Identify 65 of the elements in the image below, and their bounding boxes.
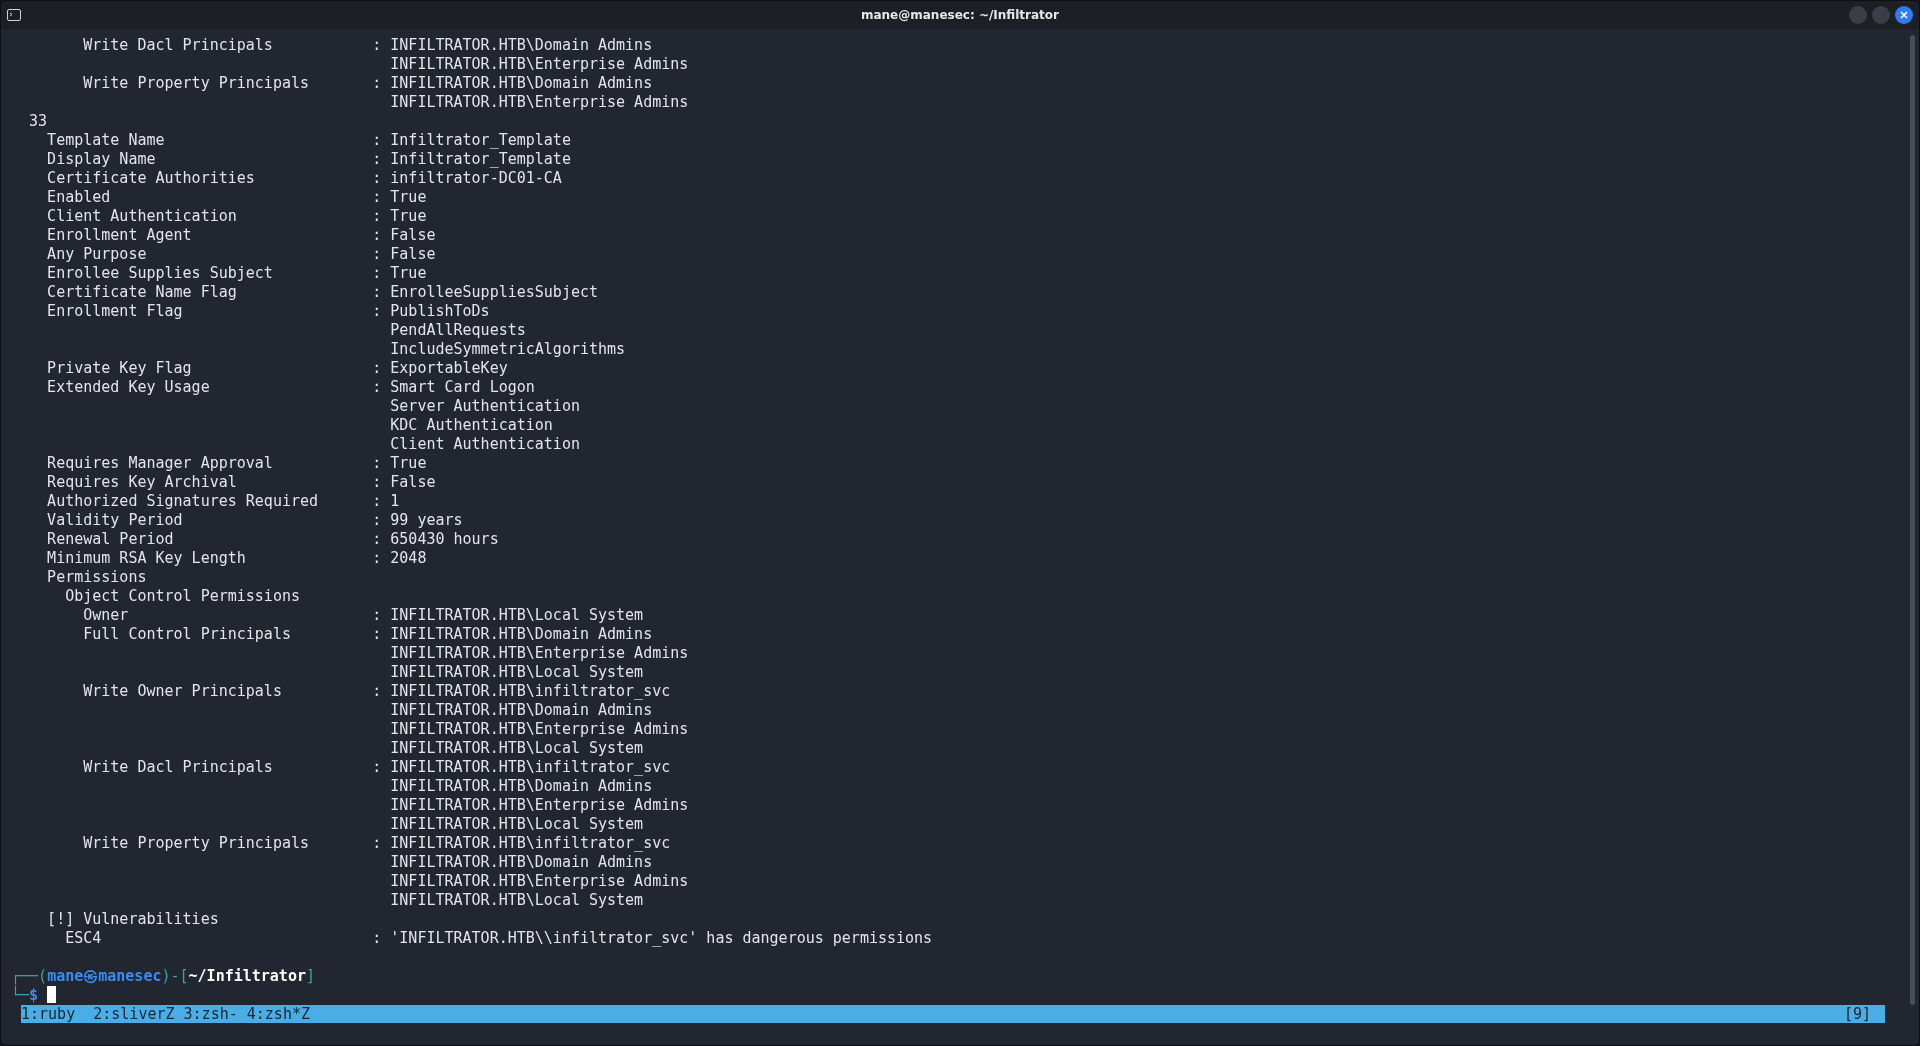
terminal-line: Extended Key Usage : Smart Card Logon (46, 378, 536, 397)
terminal-line: 33 (28, 112, 49, 131)
terminal-line: Renewal Period : 650430 hours (46, 530, 500, 549)
minimize-button[interactable] (1849, 6, 1867, 24)
session-count: [9] (1843, 1005, 1871, 1023)
terminal-line: Enrollment Agent : False (46, 226, 437, 245)
terminal-line: Any Purpose : False (46, 245, 437, 264)
terminal-line: Write Owner Principals : INFILTRATOR.HTB\infiltrator_svc (82, 682, 672, 701)
terminal-line: INFILTRATOR.HTB\Local System (389, 815, 645, 834)
prompt-user: mane㉿manesec (47, 967, 162, 985)
terminal-line: IncludeSymmetricAlgorithms (389, 340, 627, 359)
terminal-line: Authorized Signatures Required : 1 (46, 492, 401, 511)
terminal-line: INFILTRATOR.HTB\Local System (389, 663, 645, 682)
terminal-line: INFILTRATOR.HTB\Domain Admins (389, 777, 654, 796)
terminal-line: Write Property Principals : INFILTRATOR.HTB\Domain Admins (82, 74, 654, 93)
terminal-line: Permissions (46, 568, 148, 587)
close-icon (1899, 10, 1909, 20)
terminal-line: Write Property Principals : INFILTRATOR.HTB\infiltrator_svc (82, 834, 672, 853)
close-button[interactable] (1895, 6, 1913, 24)
terminal-line: Certificate Name Flag : EnrolleeSuppliesSubject (46, 283, 599, 302)
terminal-line: Server Authentication (389, 397, 581, 416)
terminal-line: INFILTRATOR.HTB\Enterprise Admins (389, 55, 690, 74)
terminal-line: Write Dacl Principals : INFILTRATOR.HTB\Domain Admins (82, 36, 654, 55)
scrollbar-thumb[interactable] (1909, 35, 1915, 1005)
terminal-line: Owner : INFILTRATOR.HTB\Local System (82, 606, 645, 625)
terminal-line: Certificate Authorities : infiltrator-DC01-CA (46, 169, 563, 188)
terminal-line: INFILTRATOR.HTB\Enterprise Admins (389, 796, 690, 815)
text-cursor (47, 986, 57, 1003)
terminal-icon (7, 9, 21, 21)
window-list: 1:ruby 2:sliverZ 3:zsh- 4:zsh*Z (21, 1005, 310, 1023)
prompt-corner: └─ (11, 986, 30, 1004)
terminal-line: INFILTRATOR.HTB\Local System (389, 739, 645, 758)
terminal-line: Requires Key Archival : False (46, 473, 437, 492)
terminal-line: INFILTRATOR.HTB\Enterprise Admins (389, 872, 690, 891)
terminal-line: Enabled : True (46, 188, 428, 207)
terminal-line: Minimum RSA Key Length : 2048 (46, 549, 428, 568)
window-title: mane@manesec: ~/Infiltrator (860, 8, 1059, 22)
terminal-line: INFILTRATOR.HTB\Enterprise Admins (389, 720, 690, 739)
terminal-line: Write Dacl Principals : INFILTRATOR.HTB\infiltrator_svc (82, 758, 672, 777)
terminal-line: INFILTRATOR.HTB\Domain Admins (389, 701, 654, 720)
prompt-path: ~/Infiltrator (188, 967, 306, 985)
prompt-bracket: ] (305, 967, 315, 985)
terminal-line: Client Authentication : True (46, 207, 428, 226)
terminal-line: Validity Period : 99 years (46, 511, 464, 530)
terminal-line: Enrollment Flag : PublishToDs (46, 302, 491, 321)
terminal-line: Requires Manager Approval : True (46, 454, 428, 473)
terminal-line: Full Control Principals : INFILTRATOR.HTB\Domain Admins (82, 625, 654, 644)
terminal-line: INFILTRATOR.HTB\Domain Admins (389, 853, 654, 872)
terminal-line: Display Name : Infiltrator_Template (46, 150, 572, 169)
terminal-line: [!] Vulnerabilities (46, 910, 220, 929)
terminal-line: Enrollee Supplies Subject : True (46, 264, 428, 283)
terminal-line: KDC Authentication (389, 416, 554, 435)
prompt-separator: )-[ (161, 967, 189, 985)
terminal-line: Client Authentication (389, 435, 581, 454)
terminal-line: Private Key Flag : ExportableKey (46, 359, 509, 378)
prompt-frame: ┌──( (11, 967, 48, 985)
terminal-line: Template Name : Infiltrator_Template (46, 131, 572, 150)
prompt-sign: $ (29, 986, 39, 1004)
terminal-line: Object Control Permissions (64, 587, 301, 606)
terminal-line: PendAllRequests (389, 321, 527, 340)
terminal-line: INFILTRATOR.HTB\Enterprise Admins (389, 644, 690, 663)
maximize-button[interactable] (1872, 6, 1890, 24)
terminal-line: INFILTRATOR.HTB\Enterprise Admins (389, 93, 690, 112)
terminal-line: INFILTRATOR.HTB\Local System (389, 891, 645, 910)
terminal-line: ESC4 : 'INFILTRATOR.HTB\\infiltrator_svc' has dangerous permissions (64, 929, 934, 948)
